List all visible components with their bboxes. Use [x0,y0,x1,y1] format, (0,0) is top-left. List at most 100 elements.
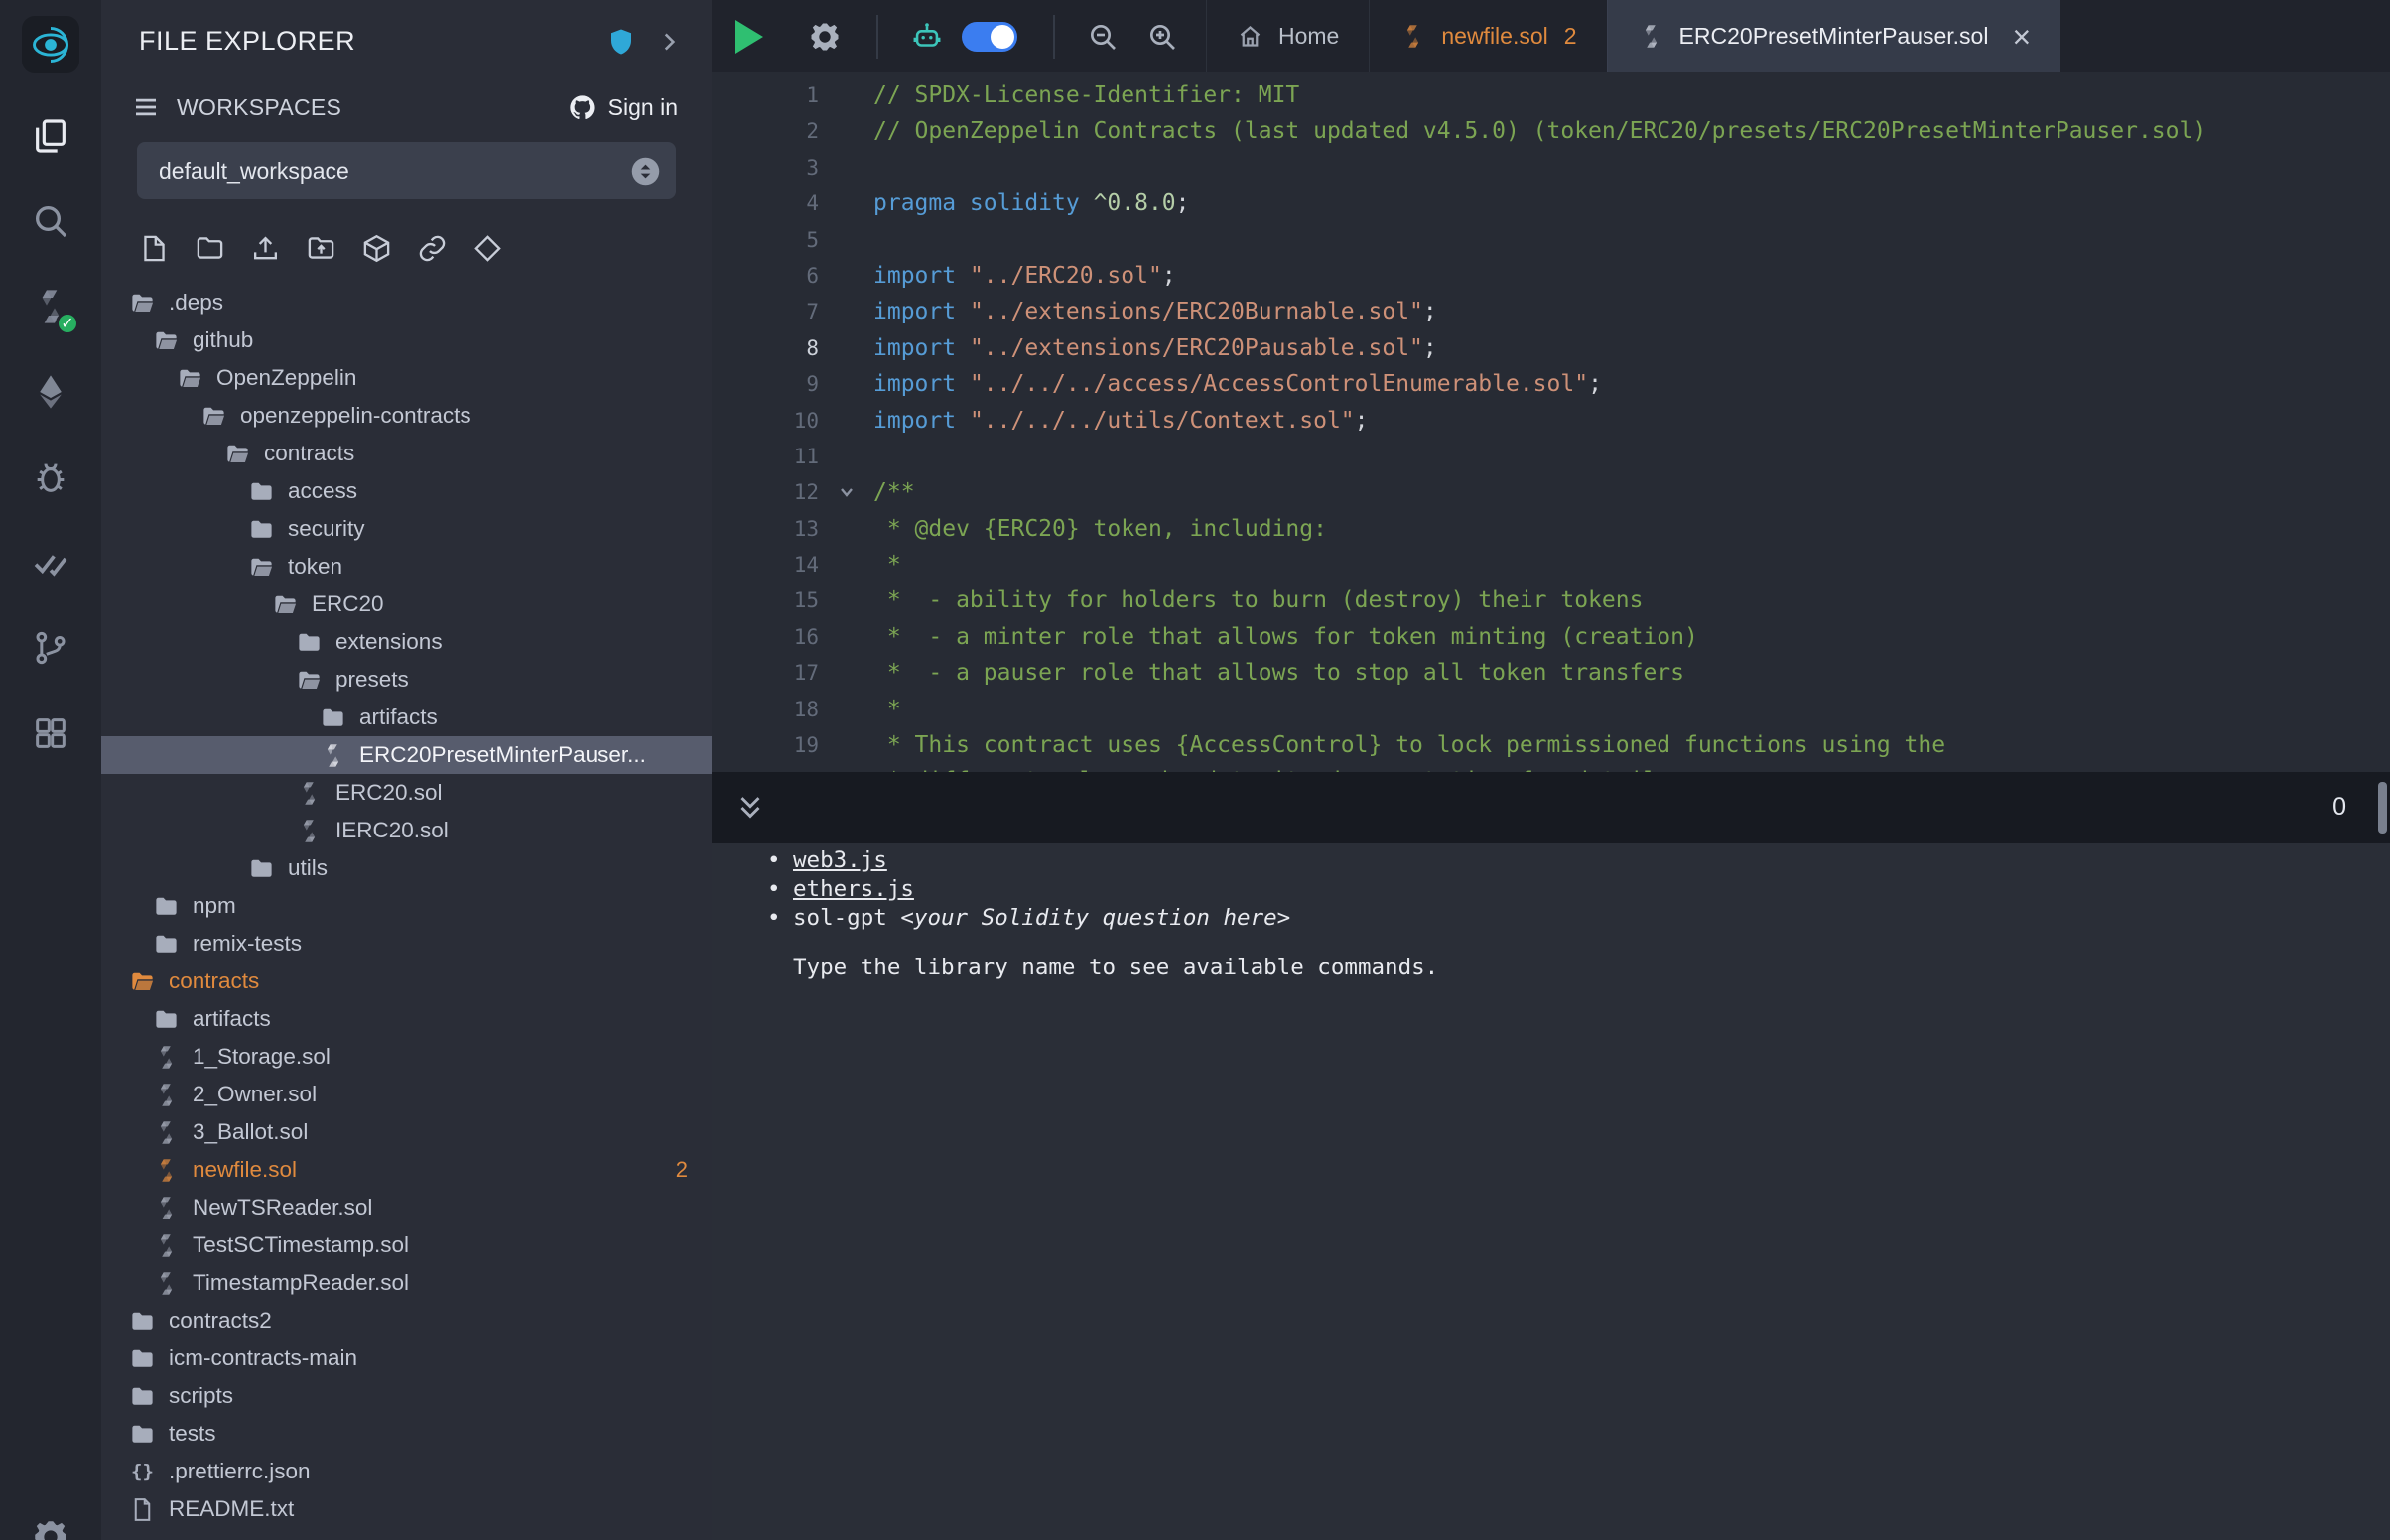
solidity-file-icon [153,1195,180,1221]
code-text: * This contract uses {AccessControl} to … [873,727,2390,763]
tree-file[interactable]: 2_Owner.sol [101,1076,712,1113]
close-tab-icon[interactable]: × [2012,21,2031,53]
link-icon[interactable] [417,233,448,264]
tab-label: ERC20PresetMinterPauser.sol [1679,23,1989,50]
trust-shield-icon[interactable] [606,27,636,57]
tree-file[interactable]: ERC20PresetMinterPauser... [101,736,712,774]
tree-file[interactable]: {}.prettierrc.json [101,1453,712,1490]
solidity-compiler-icon[interactable]: ✓ [28,284,73,329]
tree-file[interactable]: NewTSReader.sol [101,1189,712,1226]
tree-file[interactable]: 1_Storage.sol [101,1038,712,1076]
fold-chevron-icon[interactable] [819,474,873,510]
tree-file[interactable]: README.txt [101,1490,712,1528]
tree-item-label: scripts [169,1383,233,1409]
tree-item-label: openzeppelin-contracts [240,403,471,429]
code-line: 11 [712,439,2390,474]
settings-icon[interactable] [30,1516,71,1540]
tree-folder[interactable]: .deps [101,284,712,321]
tree-folder[interactable]: access [101,472,712,510]
create-file-icon[interactable] [139,233,170,264]
code-line: 4pragma solidity ^0.8.0; [712,186,2390,221]
chevron-right-icon[interactable] [656,29,682,55]
tree-folder[interactable]: scripts [101,1377,712,1415]
tree-folder[interactable]: OpenZeppelin [101,359,712,397]
upload-file-icon[interactable] [250,233,281,264]
folder-icon [248,855,275,882]
tree-file[interactable]: TestSCTimestamp.sol [101,1226,712,1264]
solidity-file-icon [296,818,323,844]
tree-item-label: ERC20PresetMinterPauser... [359,742,646,768]
git-icon[interactable] [28,625,73,671]
terminal-link[interactable]: ethers.js [793,876,914,902]
workspace-switch-icon[interactable] [629,155,662,188]
import-cube-icon[interactable] [361,233,392,264]
tree-file[interactable]: TimestampReader.sol [101,1264,712,1302]
tree-folder[interactable]: artifacts [101,699,712,736]
ai-copilot-toggle[interactable] [962,22,1017,52]
code-text: import "../../../access/AccessControlEnu… [873,366,2390,402]
tree-folder[interactable]: ERC20 [101,585,712,623]
zoom-out-icon[interactable] [1087,21,1119,53]
code-line: 17 * - a pauser role that allows to stop… [712,655,2390,691]
tree-item-label: ERC20 [312,591,384,617]
tree-folder[interactable]: artifacts [101,1000,712,1038]
tree-folder[interactable]: tests [101,1415,712,1453]
terminal-link[interactable]: web3.js [793,847,887,873]
tree-item-label: OpenZeppelin [216,365,356,391]
unit-testing-icon[interactable] [28,540,73,585]
terminal-expand-icon[interactable] [733,791,767,825]
search-icon[interactable] [28,198,73,244]
line-number: 4 [712,186,819,221]
line-number: 8 [712,330,819,366]
tree-folder[interactable]: contracts2 [101,1302,712,1340]
tree-folder[interactable]: npm [101,887,712,925]
tree-item-label: artifacts [359,705,438,730]
activity-bar: ✓ [0,0,101,1540]
tree-item-label: contracts [264,441,354,466]
file-tree: .depsgithub OpenZeppelin openzeppelin-cont… [101,284,712,1540]
fold-chevron-icon [819,619,873,655]
tree-file[interactable]: 3_Ballot.sol [101,1113,712,1151]
ai-copilot-icon[interactable] [910,20,944,54]
tree-folder[interactable]: security [101,510,712,548]
solidity-file-icon [320,742,346,769]
tree-folder[interactable]: presets [101,661,712,699]
tree-folder[interactable]: openzeppelin-contracts [101,397,712,435]
folder-icon [153,931,180,958]
debugger-icon[interactable] [28,454,73,500]
create-folder-icon[interactable] [195,233,225,264]
zoom-in-icon[interactable] [1146,21,1178,53]
tree-folder[interactable]: utils [101,849,712,887]
fold-chevron-icon [819,150,873,186]
file-explorer-icon[interactable] [28,113,73,159]
tree-folder[interactable]: github [101,321,712,359]
tree-folder[interactable]: icm-contracts-main [101,1340,712,1377]
publish-gist-icon[interactable] [472,233,503,264]
tree-file[interactable]: newfile.sol2 [101,1151,712,1189]
tree-folder[interactable]: token [101,548,712,585]
script-config-icon[interactable] [807,19,843,55]
remix-logo[interactable] [22,16,79,73]
workspace-select[interactable]: default_workspace [137,142,676,199]
github-icon[interactable] [568,93,597,122]
plugin-manager-icon[interactable] [28,710,73,756]
tree-folder[interactable]: remix-tests [101,925,712,962]
tree-item-label: NewTSReader.sol [193,1195,372,1220]
terminal-scrollbar[interactable] [2378,782,2387,834]
editor-tab-home[interactable]: Home [1206,0,1369,72]
workspace-menu-icon[interactable] [131,92,161,122]
deploy-run-icon[interactable] [28,369,73,415]
code-editor[interactable]: 1// SPDX-License-Identifier: MIT2// Open… [712,72,2390,772]
code-line: 18 * [712,692,2390,727]
upload-folder-icon[interactable] [306,233,336,264]
tree-file[interactable]: ERC20.sol [101,774,712,812]
tree-folder[interactable]: contracts [101,962,712,1000]
editor-tab-erc20presetminterpauser-sol[interactable]: ERC20PresetMinterPauser.sol × [1607,0,2061,72]
tree-file[interactable]: IERC20.sol [101,812,712,849]
editor-tab-newfile-sol[interactable]: newfile.sol2 [1369,0,1606,72]
run-script-button[interactable] [735,20,763,54]
tree-folder[interactable]: contracts [101,435,712,472]
line-number: 20 [712,763,819,771]
tree-folder[interactable]: extensions [101,623,712,661]
sign-in-button[interactable]: Sign in [608,94,678,121]
